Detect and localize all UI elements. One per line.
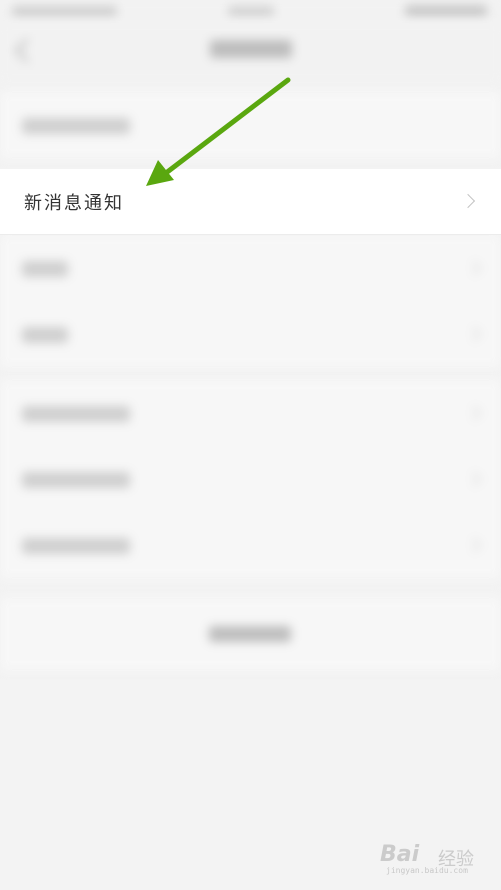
baidu-jingyan-watermark: Bai 经验 jingyan.baidu.com bbox=[380, 836, 490, 876]
watermark-brand: Bai bbox=[380, 842, 420, 867]
annotation-arrow-icon bbox=[146, 77, 291, 186]
watermark-url: jingyan.baidu.com bbox=[386, 866, 468, 875]
